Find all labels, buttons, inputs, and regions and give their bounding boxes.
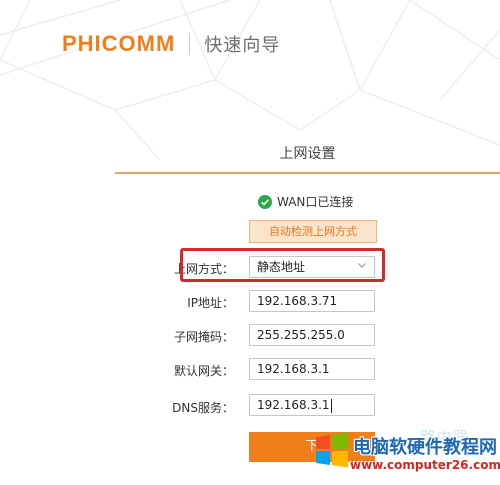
subnet-mask-input[interactable]: 255.255.255.0 <box>249 324 375 346</box>
panel-title: 上网设置 <box>279 146 336 162</box>
ip-address-label: IP地址： <box>187 296 234 310</box>
dns-server-value: 192.168.3.1 <box>257 398 330 412</box>
brand-header: PHICOMM 快速向导 <box>62 30 280 58</box>
title-divider <box>115 172 500 174</box>
phicomm-logo: PHICOMM <box>62 31 176 56</box>
watermark-url: www.computer26.com <box>350 458 500 472</box>
check-circle-icon <box>258 194 272 209</box>
wizard-title: 快速向导 <box>204 35 281 56</box>
dns-server-input[interactable]: 192.168.3.1 <box>249 394 375 416</box>
default-gateway-label: 默认网关： <box>173 364 234 378</box>
brand-divider <box>189 33 191 55</box>
highlight-annotation <box>180 248 385 282</box>
dns-server-label: DNS服务： <box>172 401 234 415</box>
text-cursor <box>330 398 332 413</box>
default-gateway-input[interactable]: 192.168.3.1 <box>249 358 375 380</box>
subnet-mask-label: 子网掩码： <box>173 330 234 344</box>
watermark-title: 电脑软硬件教程网 <box>353 437 497 458</box>
wan-status: WAN口已连接 <box>258 193 353 210</box>
ip-address-input[interactable]: 192.168.3.71 <box>249 290 375 312</box>
wan-status-text: WAN口已连接 <box>277 195 354 209</box>
windows-logo-icon <box>316 432 348 468</box>
auto-detect-button[interactable]: 自动检测上网方式 <box>249 220 377 243</box>
